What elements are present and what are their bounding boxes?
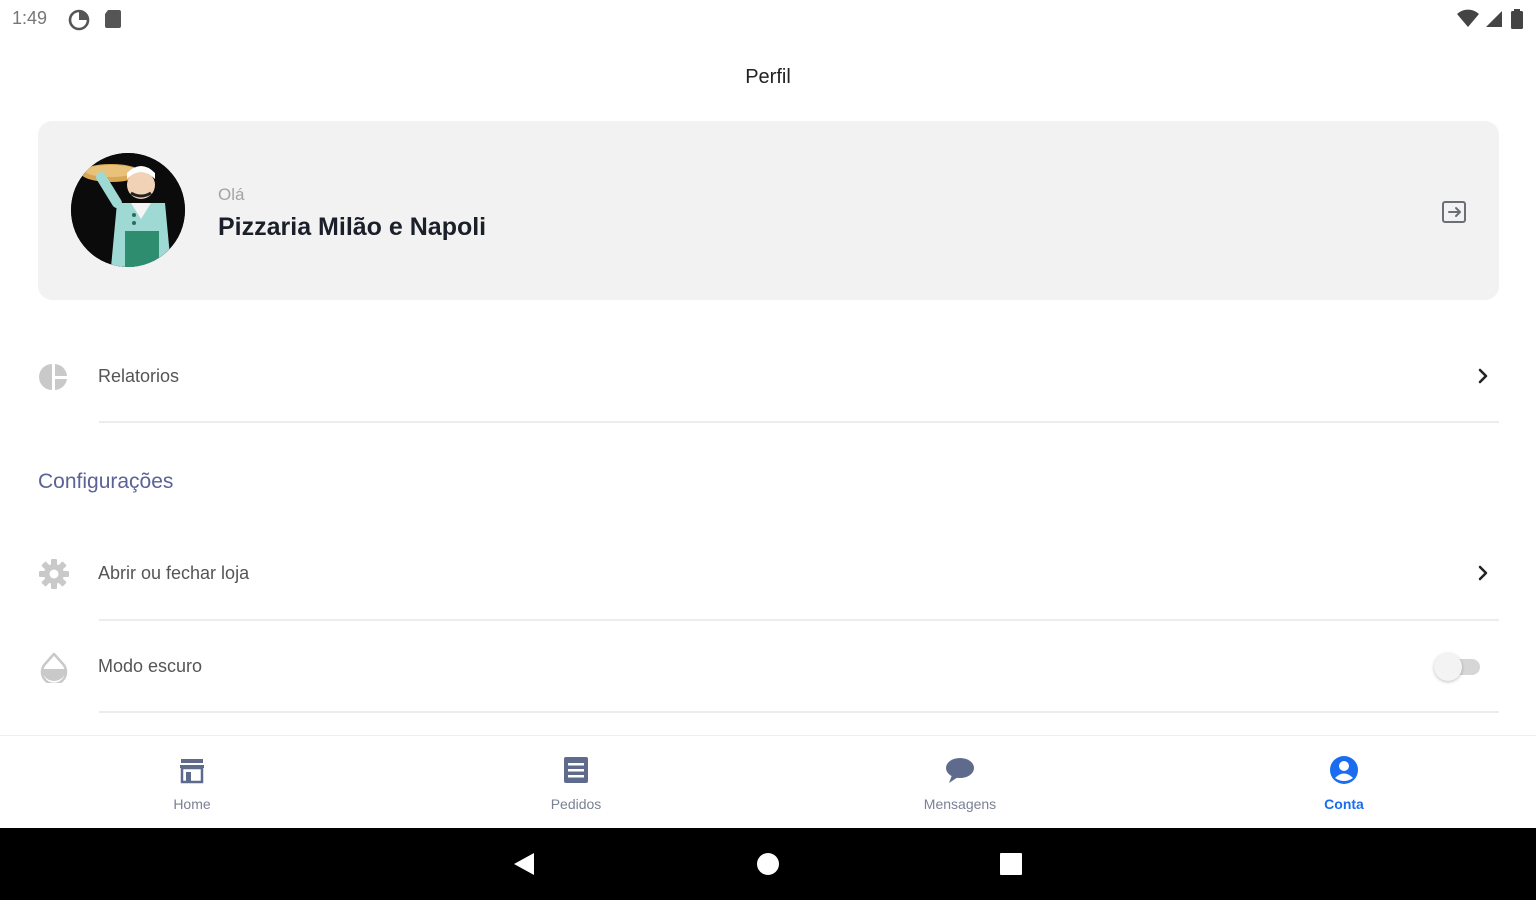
tab-messages[interactable]: Mensagens [860, 736, 1060, 829]
menu-item-label: Relatorios [98, 366, 180, 386]
tab-home[interactable]: Home [92, 736, 292, 829]
avatar [71, 153, 185, 267]
page-title: Perfil [745, 66, 791, 88]
store-icon [180, 759, 204, 784]
account-icon [1330, 756, 1358, 784]
menu-item-dark-mode[interactable]: Modo escuro [38, 637, 1499, 697]
tab-orders[interactable]: Pedidos [476, 736, 676, 829]
menu-item-label: Modo escuro [98, 656, 203, 676]
divider [99, 711, 1499, 713]
profile-card[interactable]: Olá Pizzaria Milão e Napoli [38, 121, 1499, 300]
list-icon [564, 757, 588, 783]
battery-icon [1511, 9, 1523, 29]
home-circle-icon[interactable] [756, 852, 780, 876]
status-time: 1:49 [12, 8, 48, 28]
chevron-right-icon [1478, 565, 1488, 581]
tab-label: Conta [1324, 796, 1364, 812]
tab-label: Home [173, 796, 211, 812]
signal-icon [1486, 11, 1502, 27]
system-navigation-bar [0, 828, 1536, 900]
chevron-right-icon [1478, 368, 1488, 384]
back-icon[interactable] [512, 852, 536, 876]
bottom-navigation: Home Pedidos Mensagens Conta [0, 735, 1536, 829]
greeting-text: Olá [218, 185, 245, 204]
divider [99, 619, 1499, 621]
recents-icon[interactable] [1000, 853, 1022, 875]
status-bar: 1:49 [0, 0, 1536, 38]
invert-colors-icon [40, 652, 68, 683]
divider [99, 421, 1499, 423]
sd-card-icon [105, 10, 121, 28]
store-name: Pizzaria Milão e Napoli [218, 213, 487, 241]
chef-pizza-illustration [71, 153, 185, 267]
toggle-knob [1434, 653, 1462, 681]
section-title-settings: Configurações [38, 470, 174, 493]
tab-account[interactable]: Conta [1244, 736, 1444, 829]
tab-label: Pedidos [550, 796, 602, 812]
gear-icon [39, 559, 69, 589]
dark-mode-toggle[interactable] [1434, 653, 1480, 681]
menu-item-label: Abrir ou fechar loja [98, 563, 250, 583]
wifi-icon [1457, 9, 1479, 27]
menu-item-open-close-store[interactable]: Abrir ou fechar loja [38, 544, 1499, 604]
pie-chart-icon [39, 364, 67, 390]
chat-icon [946, 758, 974, 783]
menu-item-reports[interactable]: Relatorios [38, 347, 1499, 407]
data-saver-icon [68, 9, 90, 31]
logout-icon[interactable] [1441, 199, 1467, 225]
tab-label: Mensagens [923, 796, 997, 812]
